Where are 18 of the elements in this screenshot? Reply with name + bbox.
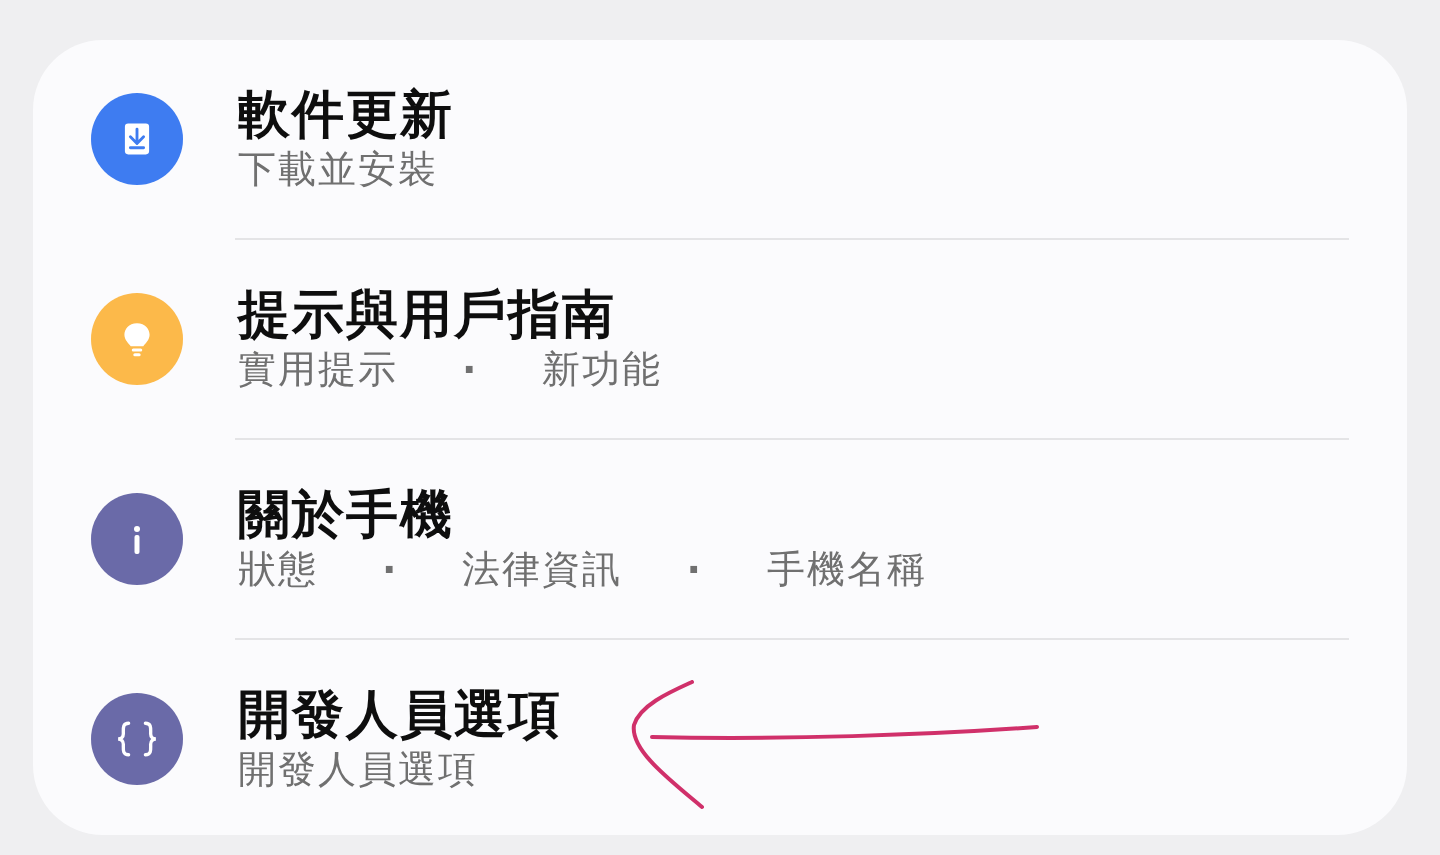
settings-item[interactable]: 軟件更新 下載並安裝 [91,40,1349,238]
item-subtitle: 新功能 [542,346,663,393]
item-subtitle: 法律資訊 [462,546,623,593]
item-subtitle: 下載並安裝 [238,146,438,193]
settings-item[interactable]: 提示與用戶指南 實用提示 · 新功能 [91,240,1349,438]
item-subtitle: 實用提示 [238,346,398,393]
separator-dot: · [686,546,703,593]
item-title: 提示與用戶指南 [238,284,617,344]
item-title: 關於手機 [238,484,455,544]
item-subtitle: 狀態 [238,546,318,593]
separator-dot: · [382,546,399,593]
settings-item[interactable]: 關於手機 狀態 · 法律資訊 · 手機名稱 [91,440,1349,638]
item-title: 軟件更新 [238,84,454,144]
item-subtitle: 手機名稱 [766,546,927,593]
item-title: 開發人員選項 [238,684,562,744]
item-subtitle: 開發人員選項 [238,746,478,793]
separator-dot: · [462,346,479,393]
settings-item[interactable]: 開發人員選項 開發人員選項 [91,640,1349,838]
